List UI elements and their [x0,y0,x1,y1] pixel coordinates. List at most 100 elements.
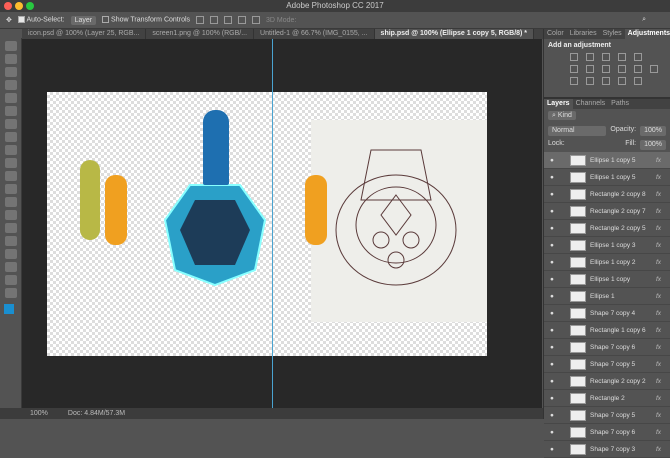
layer-row[interactable]: ● Rectangle 2 copy 5 fx [544,220,670,237]
lasso-tool-icon[interactable] [5,67,17,77]
black-white-icon[interactable] [602,65,610,73]
visibility-eye-icon[interactable]: ● [544,429,560,436]
marquee-tool-icon[interactable] [5,54,17,64]
layer-row[interactable]: ● Rectangle 1 copy 6 fx [544,322,670,339]
move-tool-icon[interactable]: ✥ [6,16,12,24]
layer-row[interactable]: ● Ellipse 1 copy 3 fx [544,237,670,254]
blend-mode-dropdown[interactable]: Normal [548,126,607,136]
layer-row[interactable]: ● Ellipse 1 copy 2 fx [544,254,670,271]
layer-row[interactable]: ● Rectangle 2 copy 8 fx [544,186,670,203]
visibility-eye-icon[interactable]: ● [544,446,560,453]
type-tool-icon[interactable] [5,236,17,246]
align-icon[interactable] [210,16,219,24]
photo-filter-icon[interactable] [618,65,626,73]
fx-icon[interactable]: fx [656,361,670,368]
selective-color-icon[interactable] [618,77,626,85]
path-select-icon[interactable] [5,249,17,259]
invert-icon[interactable] [570,77,578,85]
fx-icon[interactable]: fx [656,429,670,436]
fx-icon[interactable]: fx [656,293,670,300]
distribute-icon[interactable] [252,16,261,24]
fx-icon[interactable]: fx [656,191,670,198]
crop-tool-icon[interactable] [5,93,17,103]
layer-row[interactable]: ● Ellipse 1 copy fx [544,271,670,288]
fx-icon[interactable]: fx [656,344,670,351]
visibility-eye-icon[interactable]: ● [544,259,560,266]
color-lookup-icon[interactable] [650,65,658,73]
zoom-level[interactable]: 100% [30,408,48,419]
visibility-eye-icon[interactable]: ● [544,276,560,283]
visibility-eye-icon[interactable]: ● [544,242,560,249]
visibility-eye-icon[interactable]: ● [544,208,560,215]
threshold-icon[interactable] [602,77,610,85]
shape-tool-icon[interactable] [5,262,17,272]
gradient-map-icon[interactable] [634,77,642,85]
distribute-icon[interactable] [238,16,247,24]
brush-tool-icon[interactable] [5,132,17,142]
curves-icon[interactable] [602,53,610,61]
posterize-icon[interactable] [586,77,594,85]
history-brush-icon[interactable] [5,158,17,168]
zoom-tool-icon[interactable] [5,288,17,298]
minimize-button[interactable] [15,2,23,10]
fill-input[interactable]: 100% [640,140,666,150]
close-button[interactable] [4,2,12,10]
transform-controls-checkbox[interactable] [102,16,110,24]
tab-paths[interactable]: Paths [608,99,632,109]
layer-filter-dropdown[interactable]: ⌕ Kind [548,111,576,120]
fx-icon[interactable]: fx [656,225,670,232]
foreground-color-swatch[interactable] [4,304,14,314]
layer-row[interactable]: ● Shape 7 copy 6 fx [544,339,670,356]
fx-icon[interactable]: fx [656,276,670,283]
tab-adjustments[interactable]: Adjustments [624,29,670,39]
gradient-icon[interactable] [5,184,17,194]
tab-icon-psd[interactable]: icon.psd @ 100% (Layer 25, RGB... [22,29,147,39]
layer-row[interactable]: ● Shape 7 copy 6 fx [544,424,670,441]
tab-styles[interactable]: Styles [600,29,625,39]
visibility-eye-icon[interactable]: ● [544,310,560,317]
auto-select-checkbox[interactable] [17,16,25,24]
hue-saturation-icon[interactable] [570,65,578,73]
search-icon[interactable]: ⌕ [642,16,646,24]
channel-mixer-icon[interactable] [634,65,642,73]
eraser-icon[interactable] [5,171,17,181]
stamp-tool-icon[interactable] [5,145,17,155]
fx-icon[interactable]: fx [656,174,670,181]
layer-row[interactable]: ● Ellipse 1 copy 5 fx [544,169,670,186]
guide-line[interactable] [272,39,273,408]
fx-icon[interactable]: fx [656,327,670,334]
tab-color[interactable]: Color [544,29,567,39]
layer-row[interactable]: ● Rectangle 2 fx [544,390,670,407]
tab-channels[interactable]: Channels [573,99,609,109]
fx-icon[interactable]: fx [656,157,670,164]
fx-icon[interactable]: fx [656,242,670,249]
fx-icon[interactable]: fx [656,378,670,385]
fx-icon[interactable]: fx [656,208,670,215]
fx-icon[interactable]: fx [656,395,670,402]
fx-icon[interactable]: fx [656,446,670,453]
layer-row[interactable]: ● Shape 7 copy 5 fx [544,356,670,373]
visibility-eye-icon[interactable]: ● [544,344,560,351]
fx-icon[interactable]: fx [656,310,670,317]
pen-tool-icon[interactable] [5,223,17,233]
fx-icon[interactable]: fx [656,259,670,266]
vibrance-icon[interactable] [634,53,642,61]
tab-untitled[interactable]: Untitled-1 @ 66.7% (IMG_0155, ... [254,29,375,39]
opacity-input[interactable]: 100% [640,126,666,136]
visibility-eye-icon[interactable]: ● [544,361,560,368]
layer-row[interactable]: ● Shape 7 copy 5 fx [544,407,670,424]
exposure-icon[interactable] [618,53,626,61]
tab-libraries[interactable]: Libraries [567,29,600,39]
move-tool-icon[interactable] [5,41,17,51]
auto-select-dropdown[interactable]: Layer [70,15,97,25]
layer-row[interactable]: ● Ellipse 1 copy 5 fx [544,152,670,169]
layer-row[interactable]: ● Rectangle 2 copy 2 fx [544,373,670,390]
layer-row[interactable]: ● Rectangle 2 copy 7 fx [544,203,670,220]
hand-tool-icon[interactable] [5,275,17,285]
tab-screen1[interactable]: screen1.png @ 100% (RGB/... [146,29,255,39]
align-icon[interactable] [196,16,205,24]
tab-ship-psd[interactable]: ship.psd @ 100% (Ellipse 1 copy 5, RGB/8… [374,29,535,39]
maximize-button[interactable] [26,2,34,10]
eyedropper-icon[interactable] [5,106,17,116]
visibility-eye-icon[interactable]: ● [544,174,560,181]
